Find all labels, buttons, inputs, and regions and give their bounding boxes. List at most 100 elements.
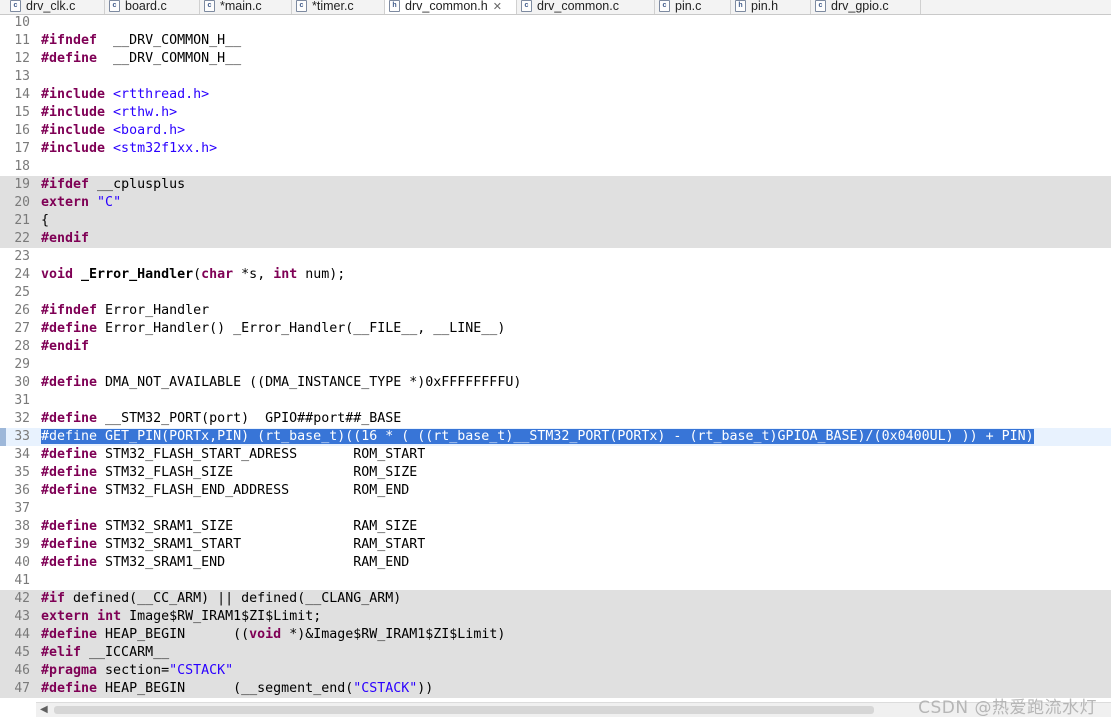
scrollbar-thumb[interactable] xyxy=(54,706,874,714)
keyword-token: extern xyxy=(41,609,90,624)
code-line[interactable]: 40 #define STM32_SRAM1_END RAM_END xyxy=(0,554,1111,572)
tab-drv-gpio-c[interactable]: c drv_gpio.c xyxy=(811,0,921,14)
h-file-icon: h xyxy=(389,0,400,12)
code-line[interactable]: 11 #ifndef __DRV_COMMON_H__ xyxy=(0,32,1111,50)
tab-board-c[interactable]: c board.c xyxy=(105,0,200,14)
code-line[interactable]: 44 #define HEAP_BEGIN ((void *)&Image$RW_… xyxy=(0,626,1111,644)
line-number: 44 xyxy=(14,627,30,642)
keyword-token: #define xyxy=(41,519,98,534)
code-line[interactable]: 43 extern int Image$RW_IRAM1$ZI$Limit; xyxy=(0,608,1111,626)
code-line[interactable]: 35 #define STM32_FLASH_SIZE ROM_SIZE xyxy=(0,464,1111,482)
c-file-icon: c xyxy=(815,0,826,12)
code-token: __DRV_COMMON_H__ xyxy=(97,33,242,48)
line-number: 41 xyxy=(14,573,30,588)
code-line[interactable]: 30 #define DMA_NOT_AVAILABLE ((DMA_INSTAN… xyxy=(0,374,1111,392)
code-line[interactable]: 19 #ifdef __cplusplus xyxy=(0,176,1111,194)
keyword-token: int xyxy=(97,609,122,624)
code-line[interactable]: 17 #include <stm32f1xx.h> xyxy=(0,140,1111,158)
line-number: 45 xyxy=(14,645,30,660)
code-token: section= xyxy=(97,663,170,678)
tab-timer-c[interactable]: c *timer.c xyxy=(292,0,385,14)
code-line[interactable]: 16 #include <board.h> xyxy=(0,122,1111,140)
keyword-token: #define xyxy=(41,483,98,498)
selected-text: #define GET_PIN(PORTx,PIN) (rt_base_t)((… xyxy=(41,429,1034,444)
keyword-token: #include xyxy=(41,87,106,102)
code-line[interactable]: 42 #if defined(__CC_ARM) || defined(__CLA… xyxy=(0,590,1111,608)
code-line[interactable]: 13 xyxy=(0,68,1111,86)
code-text: #define STM32_SRAM1_START RAM_START xyxy=(41,536,425,554)
keyword-token: void xyxy=(41,267,74,282)
code-text: #define STM32_FLASH_SIZE ROM_SIZE xyxy=(41,464,417,482)
c-file-icon: c xyxy=(204,0,215,12)
scroll-left-icon[interactable]: ◀ xyxy=(40,704,48,715)
code-line[interactable]: 41 xyxy=(0,572,1111,590)
code-token: STM32_FLASH_END_ADDRESS ROM_END xyxy=(97,483,410,498)
close-tab-icon[interactable]: ✕ xyxy=(493,1,502,13)
code-line[interactable]: 23 xyxy=(0,248,1111,266)
line-number: 15 xyxy=(14,105,30,120)
code-text: #define DMA_NOT_AVAILABLE ((DMA_INSTANCE… xyxy=(41,374,521,392)
code-line[interactable]: 14 #include <rtthread.h> xyxy=(0,86,1111,104)
code-line[interactable]: 10 xyxy=(0,14,1111,32)
code-text: #include <stm32f1xx.h> xyxy=(41,140,217,158)
code-line[interactable]: 45 #elif __ICCARM__ xyxy=(0,644,1111,662)
tab-main-c[interactable]: c *main.c xyxy=(200,0,292,14)
code-line[interactable]: 24 void _Error_Handler(char *s, int num); xyxy=(0,266,1111,284)
code-token: STM32_FLASH_START_ADRESS ROM_START xyxy=(97,447,426,462)
keyword-token: #include xyxy=(41,105,106,120)
code-line[interactable]: 34 #define STM32_FLASH_START_ADRESS ROM_S… xyxy=(0,446,1111,464)
code-line[interactable]: 25 xyxy=(0,284,1111,302)
code-token: __STM32_PORT(port) GPIO##port##_BASE xyxy=(97,411,402,426)
line-number: 27 xyxy=(14,321,30,336)
code-token: num); xyxy=(297,267,346,282)
code-token: __cplusplus xyxy=(89,177,186,192)
code-text: #define GET_PIN(PORTx,PIN) (rt_base_t)((… xyxy=(41,428,1034,446)
code-text: #if defined(__CC_ARM) || defined(__CLANG… xyxy=(41,590,401,608)
code-text: #ifndef __DRV_COMMON_H__ xyxy=(41,32,241,50)
line-number: 39 xyxy=(14,537,30,552)
code-line[interactable]: 38 #define STM32_SRAM1_SIZE RAM_SIZE xyxy=(0,518,1111,536)
code-line[interactable]: 18 xyxy=(0,158,1111,176)
code-line[interactable]: 37 xyxy=(0,500,1111,518)
keyword-token: #endif xyxy=(41,339,90,354)
line-number: 37 xyxy=(14,501,30,516)
code-line[interactable]: 32 #define __STM32_PORT(port) GPIO##port#… xyxy=(0,410,1111,428)
code-text: #define Error_Handler() _Error_Handler(_… xyxy=(41,320,505,338)
code-line[interactable]: 22 #endif xyxy=(0,230,1111,248)
line-number: 33 xyxy=(14,429,30,444)
code-text: #endif xyxy=(41,338,89,356)
code-line[interactable]: 27 #define Error_Handler() _Error_Handler… xyxy=(0,320,1111,338)
tab-drv-common-c[interactable]: c drv_common.c xyxy=(517,0,655,14)
code-line[interactable]: 36 #define STM32_FLASH_END_ADDRESS ROM_EN… xyxy=(0,482,1111,500)
keyword-token: #define xyxy=(41,627,98,642)
code-token: STM32_SRAM1_END RAM_END xyxy=(97,555,410,570)
code-line[interactable]: 39 #define STM32_SRAM1_START RAM_START xyxy=(0,536,1111,554)
line-number: 46 xyxy=(14,663,30,678)
keyword-token: extern xyxy=(41,195,90,210)
code-line[interactable]: 28 #endif xyxy=(0,338,1111,356)
code-line[interactable]: 31 xyxy=(0,392,1111,410)
line-number: 30 xyxy=(14,375,30,390)
line-number: 43 xyxy=(14,609,30,624)
code-line[interactable]: 15 #include <rthw.h> xyxy=(0,104,1111,122)
tab-drv-clk-c[interactable]: c drv_clk.c xyxy=(6,0,105,14)
code-editor[interactable]: 10 11 #ifndef __DRV_COMMON_H__ 12 #define __… xyxy=(0,14,1111,702)
code-line[interactable]: 12 #define __DRV_COMMON_H__ xyxy=(0,50,1111,68)
code-line[interactable]: 20 extern "C" xyxy=(0,194,1111,212)
keyword-token: #define xyxy=(41,537,98,552)
keyword-token: #ifndef xyxy=(41,303,98,318)
keyword-token: #include xyxy=(41,123,106,138)
tab-pin-c[interactable]: c pin.c xyxy=(655,0,731,14)
keyword-token: #define xyxy=(41,321,98,336)
code-line[interactable]: 21 { xyxy=(0,212,1111,230)
code-line[interactable]: 46 #pragma section="CSTACK" xyxy=(0,662,1111,680)
code-line[interactable]: 26 #ifndef Error_Handler xyxy=(0,302,1111,320)
code-token: *s, xyxy=(233,267,274,282)
code-line[interactable]: 33 #define GET_PIN(PORTx,PIN) (rt_base_t)… xyxy=(0,428,1111,446)
tab-pin-h[interactable]: h pin.h xyxy=(731,0,811,14)
tab-drv-common-h[interactable]: h drv_common.h ✕ xyxy=(385,0,517,14)
code-token: ( xyxy=(193,267,202,282)
code-text: { xyxy=(41,212,49,230)
code-line[interactable]: 29 xyxy=(0,356,1111,374)
code-text: extern int Image$RW_IRAM1$ZI$Limit; xyxy=(41,608,321,626)
